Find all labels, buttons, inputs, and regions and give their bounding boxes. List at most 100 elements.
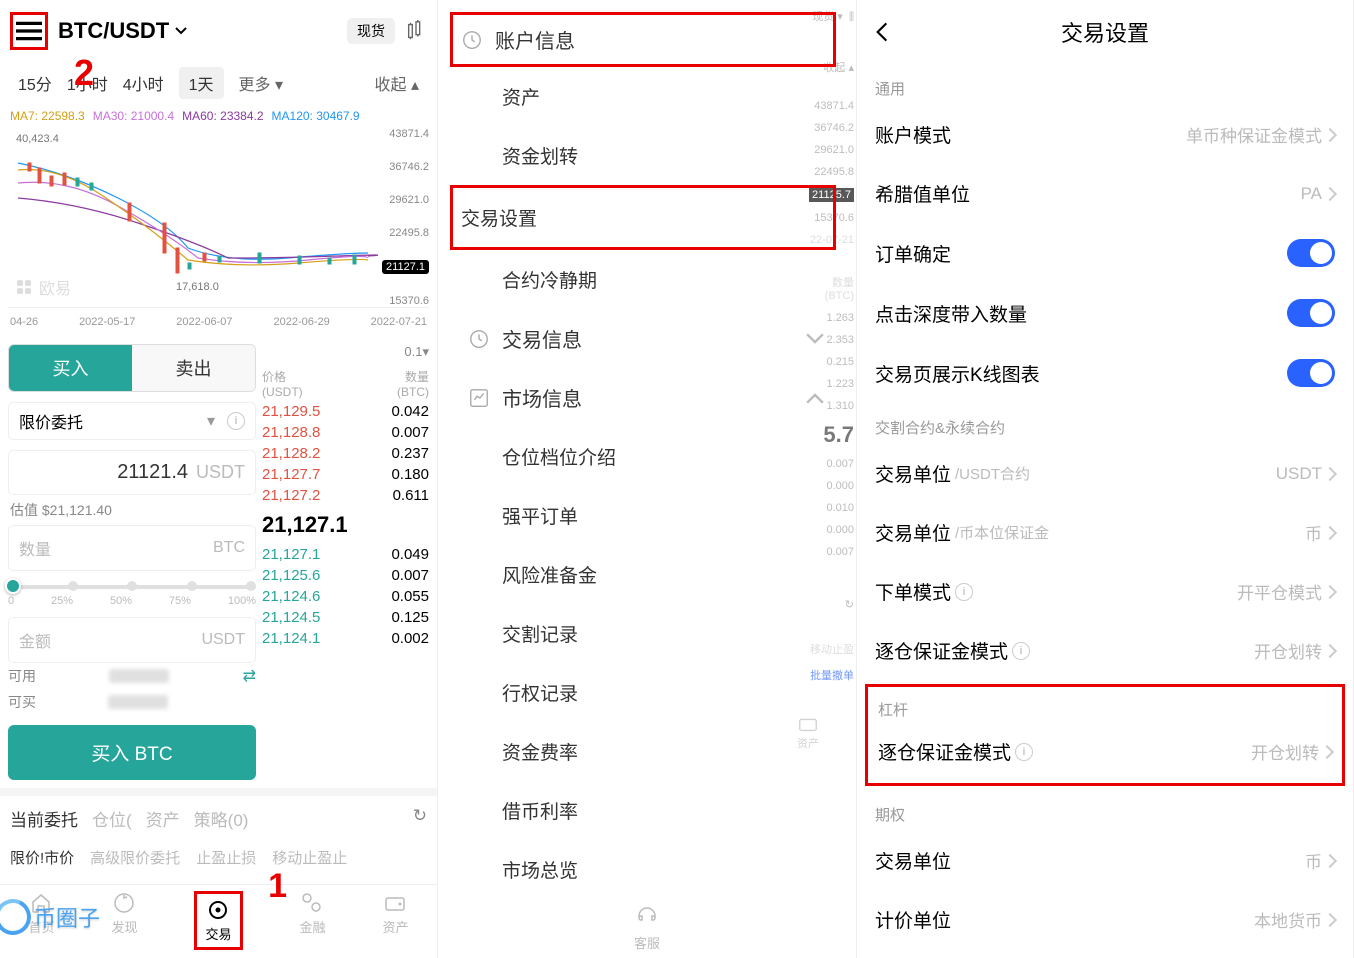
y-label: 29621.0 <box>382 194 429 206</box>
menu-exercise[interactable]: 行权记录 <box>458 663 836 722</box>
nav-trade[interactable]: 交易 <box>194 891 242 950</box>
setting-greek[interactable]: 希腊值单位 PA <box>857 164 1353 223</box>
menu-assets[interactable]: 资产 <box>458 67 836 126</box>
subtab-sl[interactable]: 止盈止损 <box>196 847 256 868</box>
tab-current-orders[interactable]: 当前委托 <box>10 806 78 831</box>
info-icon[interactable]: i <box>227 412 245 430</box>
bid-row[interactable]: 21,125.60.007 <box>262 565 429 586</box>
menu-cooling[interactable]: 合约冷静期 <box>458 250 836 309</box>
chevron-right-icon <box>1323 186 1337 200</box>
toggle-show-kline[interactable] <box>1287 359 1335 387</box>
nav-finance[interactable]: 金融 <box>299 891 325 950</box>
menu-overview[interactable]: 市场总览 <box>458 840 836 899</box>
depth-selector[interactable]: 0.1 ▾ <box>262 344 429 360</box>
svg-text:17,618.0: 17,618.0 <box>176 281 219 293</box>
ma30-label: MA30: 21000.4 <box>93 109 174 123</box>
menu-liquidation[interactable]: 强平订单 <box>458 486 836 545</box>
buy-sell-tabs: 买入 卖出 <box>8 344 256 392</box>
mid-price: 21,127.1 <box>262 506 429 544</box>
ask-row[interactable]: 21,127.20.611 <box>262 485 429 506</box>
setting-trade-unit-usdt[interactable]: 交易单位/USDT合约 USDT <box>857 444 1353 503</box>
market-pair-selector[interactable]: BTC/USDT <box>58 18 188 44</box>
subtab-advanced[interactable]: 高级限价委托 <box>90 847 180 868</box>
y-label-current: 21127.1 <box>382 260 429 274</box>
price-input[interactable]: 21121.4 USDT <box>8 450 256 495</box>
info-icon[interactable]: i <box>1012 642 1030 660</box>
date-axis: 04-26 2022-05-17 2022-06-07 2022-06-29 2… <box>0 314 437 336</box>
ask-row[interactable]: 21,128.80.007 <box>262 422 429 443</box>
setting-trade-unit-coin[interactable]: 交易单位/币本位保证金 币 <box>857 503 1353 562</box>
history-icon <box>468 328 490 350</box>
menu-delivery[interactable]: 交割记录 <box>458 604 836 663</box>
trend-icon <box>468 387 490 409</box>
history-icon[interactable]: ↻ <box>413 806 427 831</box>
quantity-slider[interactable]: 0 25% 50% 75% 100% <box>8 585 256 607</box>
tf-4h[interactable]: 4小时 <box>123 71 164 95</box>
wallet-icon <box>383 891 407 915</box>
kline-chart[interactable]: 40,423.4 17,618.0 43871.4 36746.2 <box>8 128 429 308</box>
menu-tier[interactable]: 仓位档位介绍 <box>458 427 836 486</box>
order-tabs: 当前委托 仓位( 资产 策略(0) ↻ <box>0 788 437 841</box>
setting-trade-unit-options[interactable]: 交易单位 币 <box>857 831 1353 890</box>
subtab-limit[interactable]: 限价!市价 <box>10 847 74 868</box>
bid-row[interactable]: 21,124.60.055 <box>262 586 429 607</box>
tf-more[interactable]: 更多 ▾ <box>239 71 284 95</box>
compass-icon <box>112 891 136 915</box>
chart-collapse[interactable]: 收起 ▴ <box>375 71 420 95</box>
y-label: 22495.8 <box>382 227 429 239</box>
tab-strategy[interactable]: 策略(0) <box>194 806 249 831</box>
account-info-section[interactable]: 账户信息 <box>450 12 836 67</box>
finance-icon <box>300 891 324 915</box>
setting-order-mode[interactable]: 下单模式i 开平仓模式 <box>857 562 1353 621</box>
ask-row[interactable]: 21,129.50.042 <box>262 401 429 422</box>
info-icon[interactable]: i <box>955 583 973 601</box>
menu-fee[interactable]: 资金费率 <box>458 722 836 781</box>
market-type-button[interactable]: 现货 <box>347 18 395 44</box>
menu-reserve[interactable]: 风险准备金 <box>458 545 836 604</box>
quantity-input[interactable]: 数量 BTC <box>8 525 256 571</box>
menu-borrow[interactable]: 借币利率 <box>458 781 836 840</box>
bid-row[interactable]: 21,124.10.002 <box>262 628 429 649</box>
order-type-selector[interactable]: 限价委托 ▾ i <box>8 402 256 440</box>
tab-positions[interactable]: 仓位( <box>92 806 132 831</box>
toggle-order-confirm[interactable] <box>1287 239 1335 267</box>
setting-pricing-unit[interactable]: 计价单位 本地货币 <box>857 890 1353 949</box>
tf-1d[interactable]: 1天 <box>179 67 224 99</box>
market-info-section[interactable]: 市场信息 <box>458 368 836 427</box>
page-title: 交易设置 <box>895 16 1315 48</box>
trading-panel: BTC/USDT 现货 2 15分 1小时 4小时 1天 更多 ▾ 收起 ▴ M… <box>0 0 438 958</box>
annotation-marker-1: 1 <box>268 867 287 906</box>
nav-discover[interactable]: 发现 <box>111 891 137 950</box>
nav-assets[interactable]: 资产 <box>382 891 408 950</box>
setting-isolated-futures[interactable]: 逐仓保证金模式i 开仓划转 <box>857 621 1353 680</box>
bid-row[interactable]: 21,127.10.049 <box>262 544 429 565</box>
bid-row[interactable]: 21,124.50.125 <box>262 607 429 628</box>
section-futures: 交割合约&永续合约 <box>857 403 1353 444</box>
trade-info-section[interactable]: 交易信息 <box>458 309 836 368</box>
back-icon[interactable] <box>869 19 895 45</box>
tf-15m[interactable]: 15分 <box>18 71 52 95</box>
tab-assets[interactable]: 资产 <box>146 806 180 831</box>
info-icon[interactable]: i <box>1015 743 1033 761</box>
buy-tab[interactable]: 买入 <box>9 345 132 391</box>
setting-isolated-leverage[interactable]: 逐仓保证金模式i 开仓划转 <box>878 726 1332 777</box>
chevron-right-icon <box>1323 525 1337 539</box>
clock-icon <box>461 29 483 51</box>
chart-settings-icon[interactable] <box>405 20 427 42</box>
sell-tab[interactable]: 卖出 <box>132 345 255 391</box>
swap-icon[interactable]: ⇄ <box>243 666 256 686</box>
menu-button[interactable] <box>10 12 48 50</box>
leverage-highlight-box: 杠杆 逐仓保证金模式i 开仓划转 <box>865 684 1345 786</box>
subtab-trailing[interactable]: 移动止盈止 <box>272 847 347 868</box>
trade-icon <box>206 898 230 922</box>
buy-button[interactable]: 买入 BTC <box>8 725 256 780</box>
amount-input[interactable]: 金额 USDT <box>8 617 256 663</box>
menu-transfer[interactable]: 资金划转 <box>458 126 836 185</box>
toggle-depth-qty[interactable] <box>1287 299 1335 327</box>
setting-account-mode[interactable]: 账户模式 单币种保证金模式 <box>857 105 1353 164</box>
menu-trade-settings[interactable]: 交易设置 <box>450 185 836 250</box>
ask-row[interactable]: 21,128.20.237 <box>262 443 429 464</box>
setting-show-kline: 交易页展示K线图表 <box>857 343 1353 403</box>
available-label: 可用 <box>8 666 36 686</box>
ask-row[interactable]: 21,127.70.180 <box>262 464 429 485</box>
